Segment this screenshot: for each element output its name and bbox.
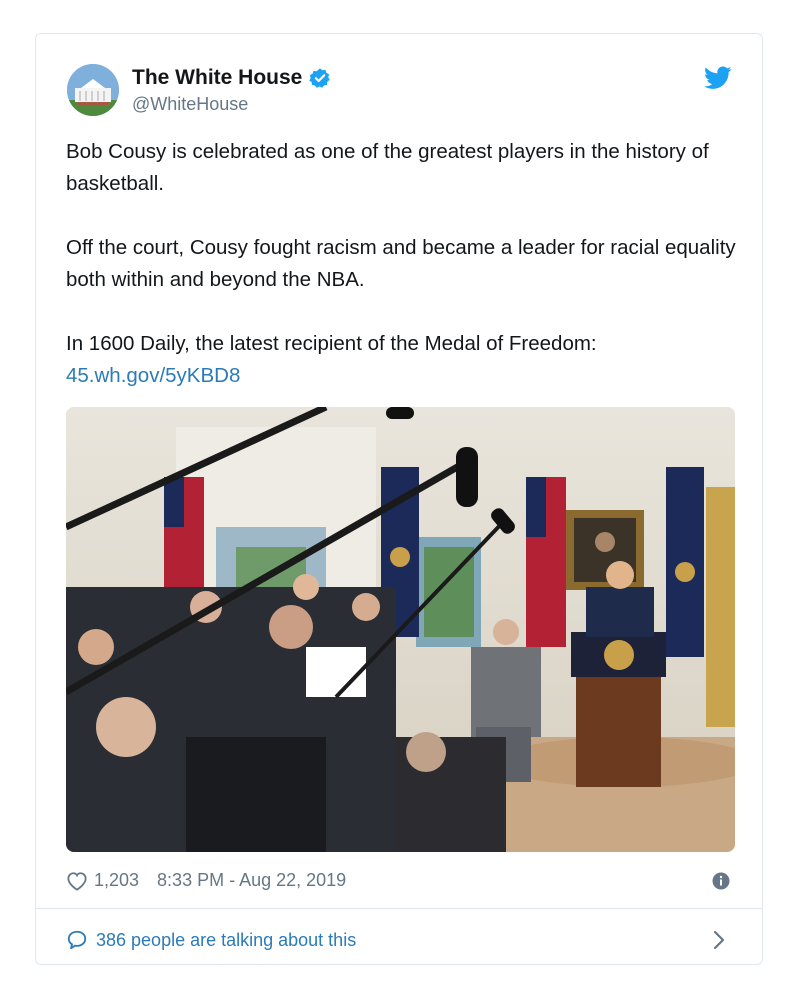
account-name[interactable]: The White House [132,66,302,90]
tweet-paragraph-3-text: In 1600 Daily, the latest recipient of t… [66,332,597,355]
speech-bubble-icon [67,930,87,950]
oval-office-ceremony-photo [66,407,735,852]
timestamp[interactable]: 8:33 PM - Aug 22, 2019 [157,870,346,891]
conversation-link[interactable]: 386 people are talking about this [66,929,356,951]
tweet-meta-row: 1,203 8:33 PM - Aug 22, 2019 [66,870,346,891]
tweet-paragraph-3: In 1600 Daily, the latest recipient of t… [66,328,736,392]
account-name-row[interactable]: The White House [132,66,331,90]
info-icon[interactable] [712,872,730,890]
chevron-right-icon[interactable] [712,930,726,950]
divider [36,908,762,909]
like-count[interactable]: 1,203 [94,870,139,891]
heart-icon[interactable] [66,871,88,891]
tweet-paragraph-1: Bob Cousy is celebrated as one of the gr… [66,140,709,195]
twitter-bird-icon[interactable] [704,66,732,90]
tweet-paragraph-2: Off the court, Cousy fought racism and b… [66,236,736,291]
tweet-link[interactable]: 45.wh.gov/5yKBD8 [66,364,240,387]
tweet-card: The White House @WhiteHouse Bob Cousy is… [35,33,763,965]
verified-badge-icon [309,68,330,88]
conversation-count[interactable]: 386 people are talking about this [96,930,356,951]
account-handle[interactable]: @WhiteHouse [132,94,248,115]
avatar[interactable] [67,64,119,116]
tweet-text: Bob Cousy is celebrated as one of the gr… [66,136,736,392]
white-house-building-icon [67,64,119,116]
tweet-photo[interactable] [66,407,735,852]
